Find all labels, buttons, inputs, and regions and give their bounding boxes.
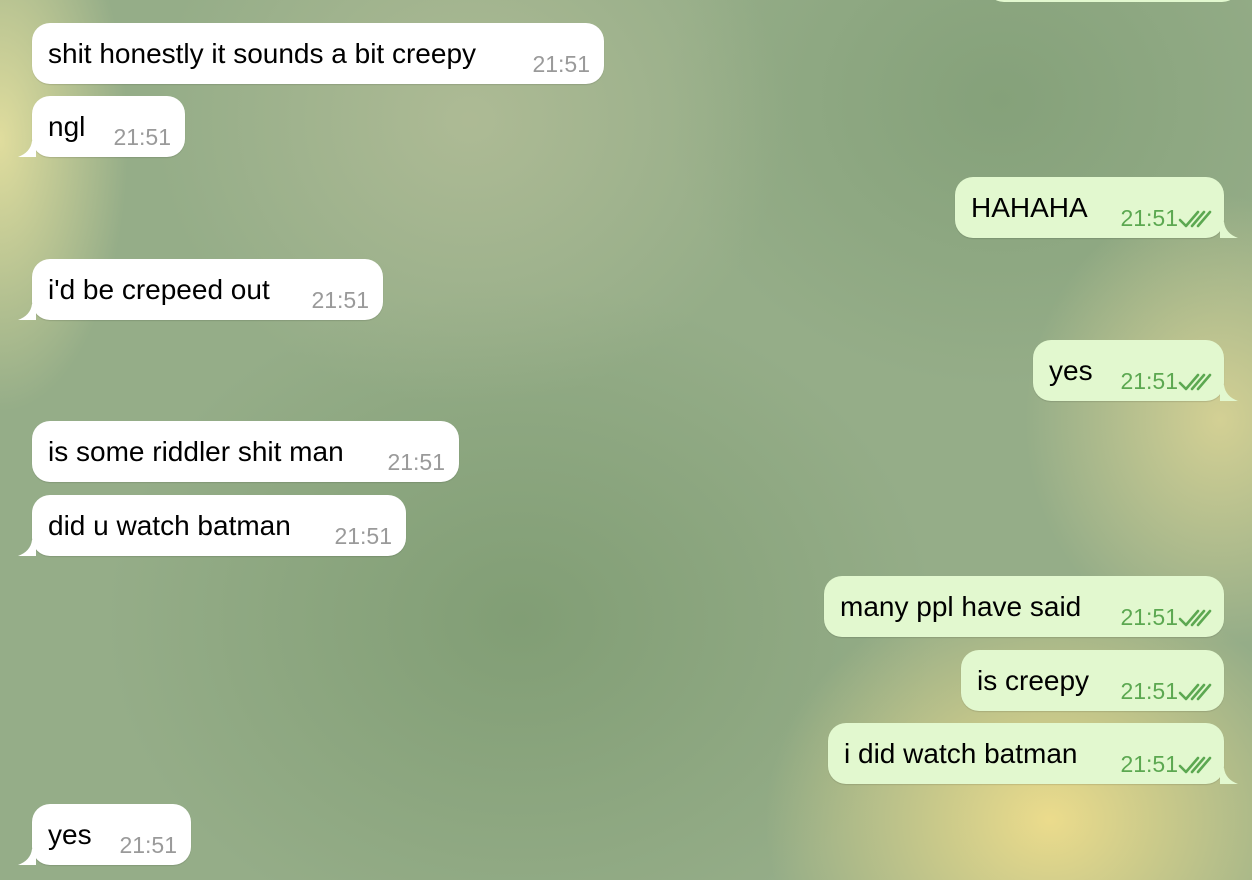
message-text: i did watch batman: [844, 738, 1078, 769]
message-bubble-outgoing[interactable]: HAHAHA 21:51: [955, 177, 1238, 238]
bubble-tail: [18, 141, 36, 157]
message-bubble-incoming[interactable]: yes 21:51: [18, 804, 191, 865]
message-text: many ppl have said: [840, 591, 1082, 622]
double-check-icon: [1178, 754, 1214, 776]
message-time: 21:51: [532, 51, 590, 77]
message-text: did u watch batman: [48, 510, 291, 541]
message-time: 21:51: [1120, 751, 1178, 777]
message-time: 21:51: [119, 832, 177, 858]
double-check-icon: [1178, 681, 1214, 703]
message-time: 21:51: [311, 287, 369, 313]
message-time: 21:51: [1120, 678, 1178, 704]
message-text: HAHAHA: [971, 192, 1088, 223]
message-bubble-incoming[interactable]: i'd be crepeed out 21:51: [18, 259, 383, 320]
message-bubble-incoming[interactable]: is some riddler shit man 21:51: [32, 421, 459, 482]
message-bubble-incoming[interactable]: ngl 21:51: [18, 96, 185, 157]
message-bubble-incoming[interactable]: shit honestly it sounds a bit creepy 21:…: [32, 23, 604, 84]
message-time: 21:51: [387, 449, 445, 475]
bubble-tail: [18, 304, 36, 320]
message-bubble-outgoing[interactable]: is creepy 21:51: [961, 650, 1224, 711]
double-check-icon: [1178, 371, 1214, 393]
message-text: is creepy: [977, 665, 1090, 696]
message-bubble-outgoing[interactable]: many ppl have said 21:51: [824, 576, 1224, 637]
message-text: yes: [48, 819, 92, 850]
message-time: 21:51: [113, 124, 171, 150]
bubble-tail: [1220, 768, 1238, 784]
bubble-tail: [18, 849, 36, 865]
bubble-tail: [1220, 222, 1238, 238]
double-check-icon: [1178, 607, 1214, 629]
chat-message-list[interactable]: shit honestly it sounds a bit creepy 21:…: [0, 0, 1252, 880]
bubble-tail: [1220, 385, 1238, 401]
message-text: i'd be crepeed out: [48, 274, 270, 305]
message-bubble-incoming[interactable]: did u watch batman 21:51: [18, 495, 406, 556]
message-time: 21:51: [1120, 205, 1178, 231]
message-bubble-outgoing[interactable]: i did watch batman 21:51: [828, 723, 1238, 784]
message-text: ngl: [48, 111, 86, 142]
message-bubble-outgoing[interactable]: yes 21:51: [1033, 340, 1238, 401]
message-text: is some riddler shit man: [48, 436, 344, 467]
message-time: 21:51: [1120, 368, 1178, 394]
message-text: yes: [1049, 355, 1093, 386]
message-time: 21:51: [1120, 604, 1178, 630]
bubble-tail: [18, 540, 36, 556]
message-bubble-outgoing-partial[interactable]: [986, 0, 1240, 2]
message-time: 21:51: [334, 523, 392, 549]
message-text: shit honestly it sounds a bit creepy: [48, 38, 477, 69]
double-check-icon: [1178, 208, 1214, 230]
